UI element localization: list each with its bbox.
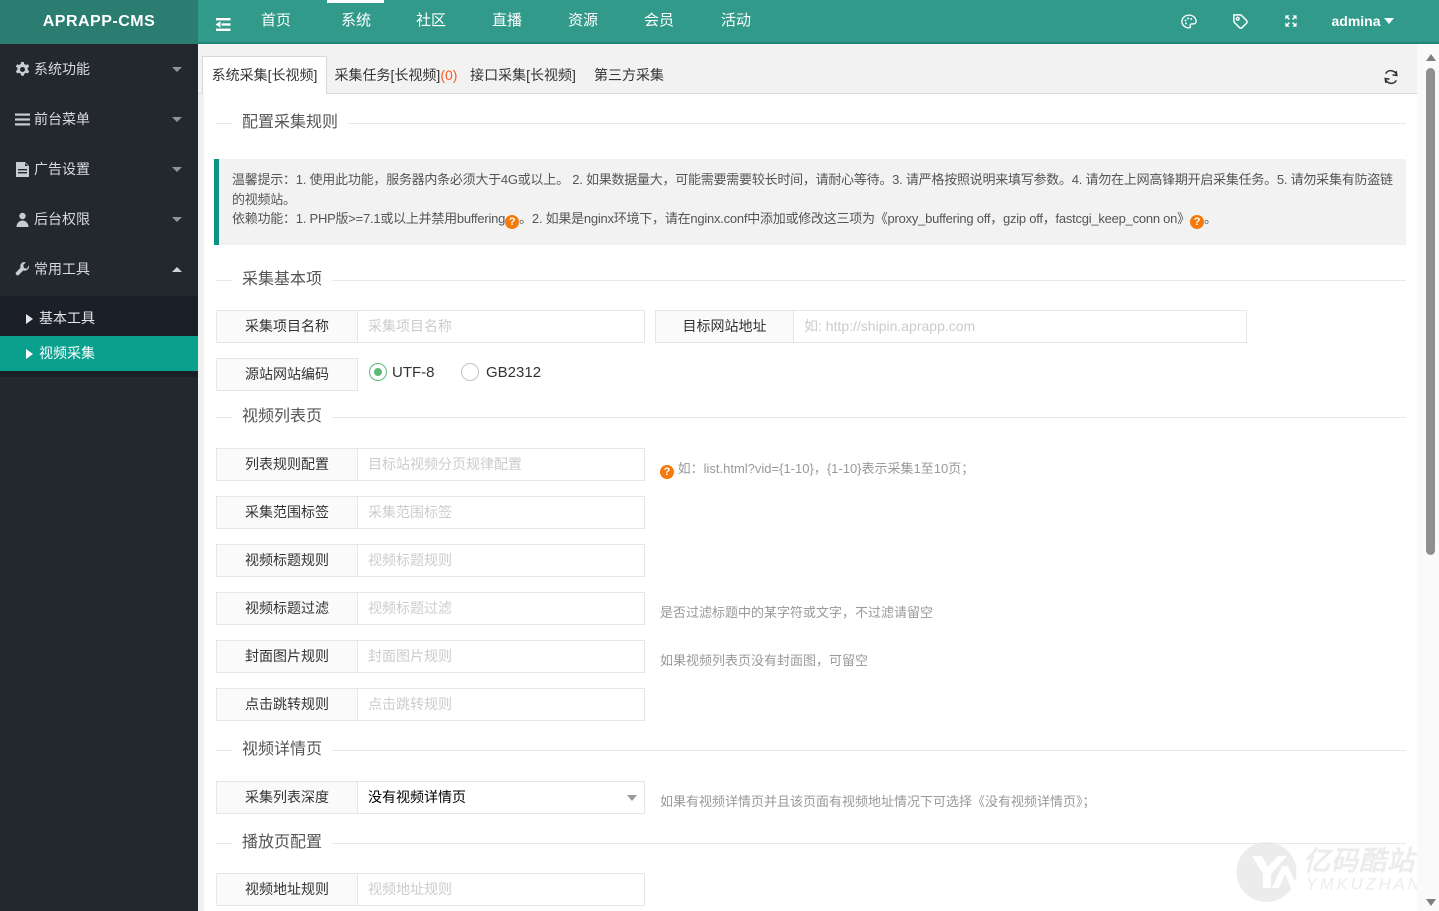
svg-text:亿码酷站: 亿码酷站	[1303, 846, 1418, 876]
svg-text:YMKUZHAN: YMKUZHAN	[1306, 876, 1423, 894]
